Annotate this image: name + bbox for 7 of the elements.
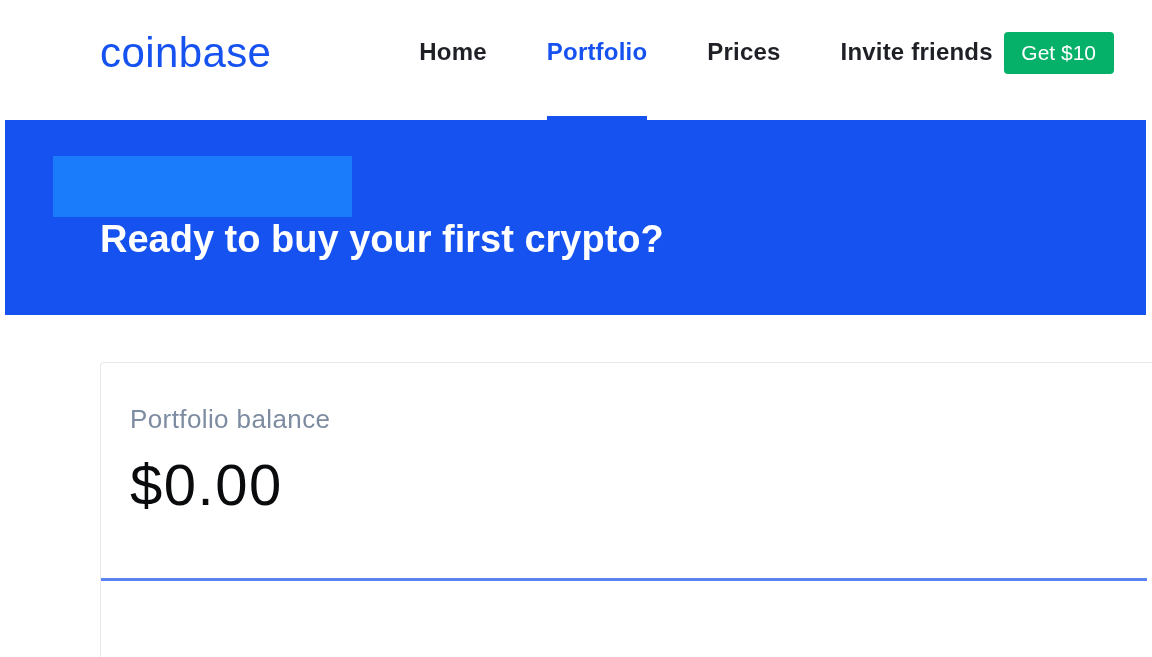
nav-tab[interactable]: Home (419, 27, 487, 120)
balance-label: Portfolio balance (130, 404, 331, 434)
banner-heading: Ready to buy your first crypto? (100, 217, 664, 261)
invite-link[interactable]: Invite friends (840, 27, 993, 120)
nav-tab[interactable]: Prices (707, 27, 781, 120)
balance-value: $0.00 (130, 453, 283, 517)
logo[interactable]: coinbase (100, 30, 272, 76)
